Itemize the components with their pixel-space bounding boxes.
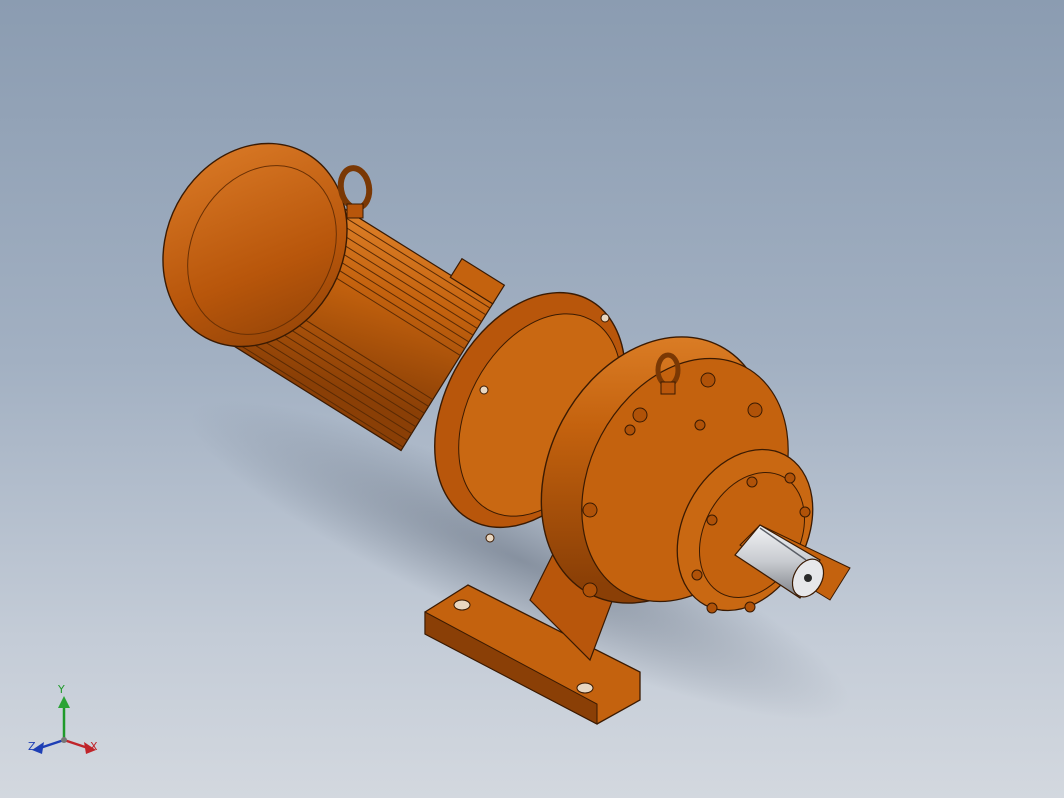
x-axis-label: X — [90, 740, 98, 753]
y-axis-label: Y — [58, 683, 65, 696]
view-orientation-triad[interactable]: Y Z X — [24, 684, 108, 764]
3d-model-view[interactable] — [0, 0, 1064, 798]
graphics-viewport[interactable]: Y Z X — [0, 0, 1064, 798]
z-axis-label: Z — [28, 740, 36, 753]
